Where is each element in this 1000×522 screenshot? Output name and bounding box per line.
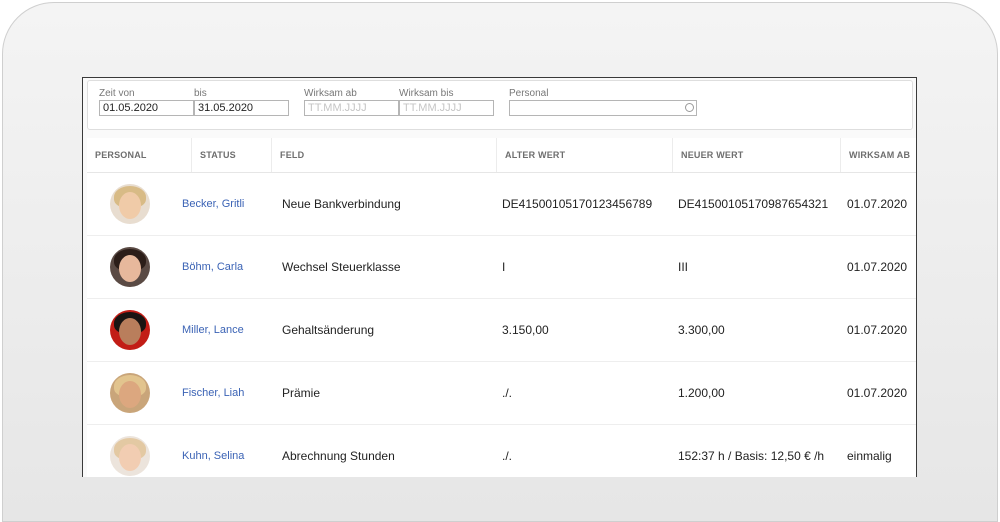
alter-wert-cell: ./. bbox=[502, 449, 513, 463]
avatar-face bbox=[119, 444, 141, 471]
avatar-face bbox=[119, 192, 141, 219]
feld-cell: Abrechnung Stunden bbox=[282, 449, 395, 463]
column-header-feld[interactable]: FELD bbox=[272, 138, 497, 172]
table-row[interactable]: Fischer, Liah Prämie ./. 1.200,00 01.07.… bbox=[87, 362, 916, 425]
alter-wert-cell: DE41500105170123456789 bbox=[502, 197, 653, 211]
feld-cell: Gehaltsänderung bbox=[282, 323, 375, 337]
column-header-status[interactable]: STATUS bbox=[192, 138, 272, 172]
wirksam-ab-cell: 01.07.2020 bbox=[847, 197, 908, 211]
column-header-wirksam-ab[interactable]: WIRKSAM AB bbox=[841, 138, 916, 172]
wirksam-ab-cell: 01.07.2020 bbox=[847, 323, 908, 337]
avatar bbox=[110, 247, 150, 287]
zeit-von-label: Zeit von bbox=[99, 88, 135, 99]
feld-cell: Prämie bbox=[282, 386, 321, 400]
wirksam-ab-input[interactable] bbox=[304, 100, 399, 116]
wirksam-ab-cell: 01.07.2020 bbox=[847, 260, 908, 274]
feld-cell: Neue Bankverbindung bbox=[282, 197, 401, 211]
avatar bbox=[110, 310, 150, 350]
changes-table: PERSONAL STATUS FELD ALTER WERT NEUER WE… bbox=[87, 138, 916, 477]
avatar-face bbox=[119, 255, 141, 282]
avatar bbox=[110, 436, 150, 476]
employee-name-link[interactable]: Böhm, Carla bbox=[182, 236, 243, 298]
avatar bbox=[110, 373, 150, 413]
neuer-wert-cell: DE41500105170987654321 bbox=[678, 197, 829, 211]
filter-bar: Zeit von bis Wirksam ab Wirksam bis Pers… bbox=[87, 80, 913, 130]
neuer-wert-cell: 3.300,00 bbox=[678, 323, 725, 337]
wirksam-ab-cell: einmalig bbox=[847, 449, 892, 463]
personal-search-input[interactable] bbox=[509, 100, 697, 116]
feld-cell: Wechsel Steuerklasse bbox=[282, 260, 401, 274]
column-header-alter-wert[interactable]: ALTER WERT bbox=[497, 138, 673, 172]
avatar-face bbox=[119, 381, 141, 408]
column-header-personal[interactable]: PERSONAL bbox=[87, 138, 192, 172]
wirksam-ab-cell: 01.07.2020 bbox=[847, 386, 908, 400]
wirksam-bis-label: Wirksam bis bbox=[399, 88, 454, 99]
zeit-von-input[interactable] bbox=[99, 100, 194, 116]
table-header: PERSONAL STATUS FELD ALTER WERT NEUER WE… bbox=[87, 138, 916, 173]
employee-name-link[interactable]: Miller, Lance bbox=[182, 299, 244, 361]
table-row[interactable]: Kuhn, Selina Abrechnung Stunden ./. 152:… bbox=[87, 425, 916, 477]
neuer-wert-cell: 152:37 h / Basis: 12,50 € /h bbox=[678, 449, 825, 463]
alter-wert-cell: 3.150,00 bbox=[502, 323, 549, 337]
table-row[interactable]: Böhm, Carla Wechsel Steuerklasse I III 0… bbox=[87, 236, 916, 299]
employee-name-link[interactable]: Fischer, Liah bbox=[182, 362, 244, 424]
personal-label: Personal bbox=[509, 88, 549, 99]
table-row[interactable]: Miller, Lance Gehaltsänderung 3.150,00 3… bbox=[87, 299, 916, 362]
bis-label: bis bbox=[194, 88, 207, 99]
alter-wert-cell: I bbox=[502, 260, 506, 274]
neuer-wert-cell: 1.200,00 bbox=[678, 386, 725, 400]
avatar-face bbox=[119, 318, 141, 345]
column-header-neuer-wert[interactable]: NEUER WERT bbox=[673, 138, 841, 172]
table-row[interactable]: Becker, Gritli Neue Bankverbindung DE415… bbox=[87, 173, 916, 236]
app-screen: Zeit von bis Wirksam ab Wirksam bis Pers… bbox=[82, 77, 917, 477]
bis-input[interactable] bbox=[194, 100, 289, 116]
avatar bbox=[110, 184, 150, 224]
employee-name-link[interactable]: Becker, Gritli bbox=[182, 173, 244, 235]
neuer-wert-cell: III bbox=[678, 260, 689, 274]
wirksam-ab-label: Wirksam ab bbox=[304, 88, 357, 99]
employee-name-link[interactable]: Kuhn, Selina bbox=[182, 425, 244, 477]
wirksam-bis-input[interactable] bbox=[399, 100, 494, 116]
search-icon[interactable] bbox=[685, 103, 694, 112]
alter-wert-cell: ./. bbox=[502, 386, 513, 400]
